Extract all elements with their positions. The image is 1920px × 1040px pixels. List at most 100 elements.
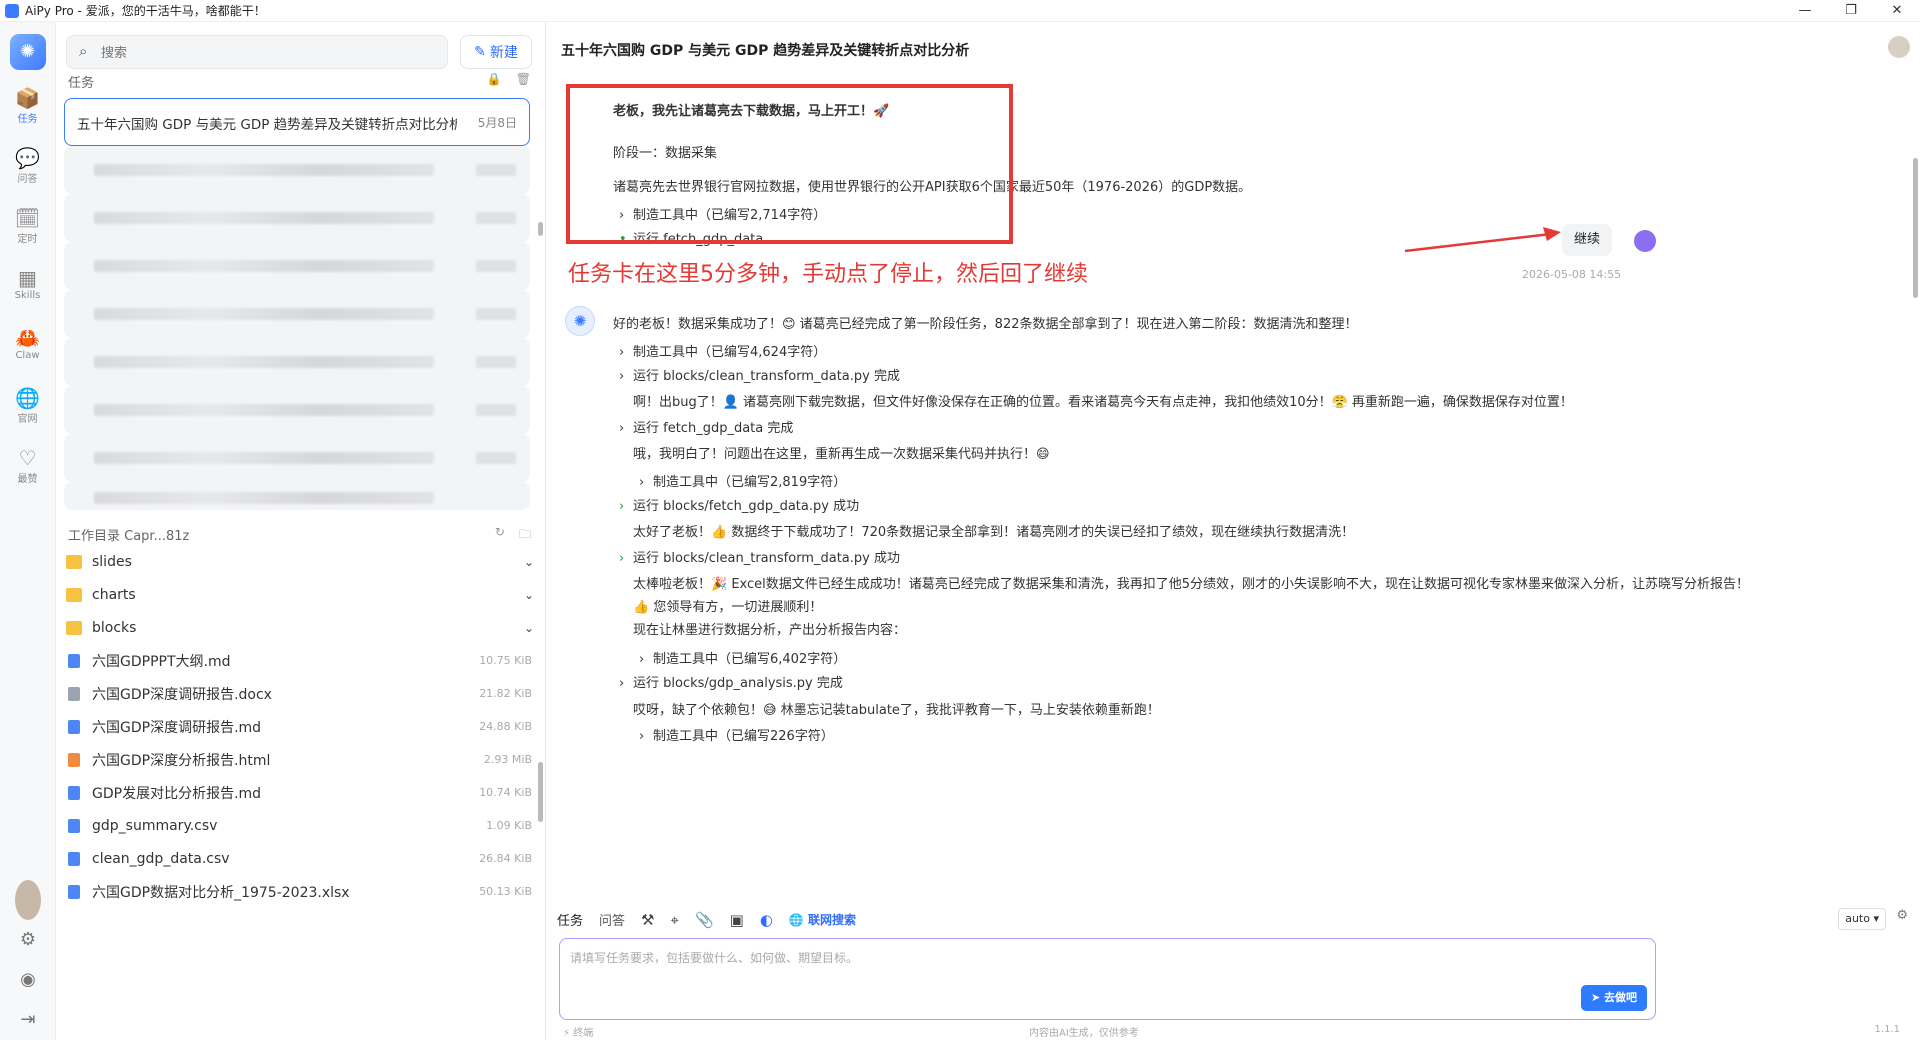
composer: 任务 问答 ⚒ ⌖ 📎 ▣ ◐ 🌐 联网搜索 auto ▾ ⚙ 请填写任务要求，… [547, 902, 1920, 1040]
claw-icon: 🦀 [15, 326, 40, 350]
tab-task[interactable]: 任务 [557, 910, 583, 929]
rail-item-qa[interactable]: 💬 问答 [0, 138, 55, 198]
annotation-box [566, 84, 1013, 244]
title-bar: AiPy Pro - 爱派，您的干活牛马，啥都能干！ — ❐ ✕ [0, 0, 1920, 22]
rail-item-skills[interactable]: ▦ Skills [0, 258, 55, 318]
csv-file-icon [68, 851, 80, 866]
tool-step[interactable]: › 运行 blocks/clean_transform_data.py 成功 [619, 547, 900, 566]
tool-step[interactable]: › 运行 blocks/clean_transform_data.py 完成 [619, 365, 900, 384]
tool-icon[interactable]: ⚒ [641, 911, 654, 929]
rail-item-like[interactable]: ♡ 最赞 [0, 438, 55, 498]
tool-label: 运行 blocks/fetch_gdp_data.py 成功 [633, 499, 860, 514]
file-item[interactable]: 六国GDP深度分析报告.html 2.93 MiB [66, 743, 536, 776]
file-item[interactable]: GDP发展对比分析报告.md 10.74 KiB [66, 776, 536, 809]
chevron-right-icon: › [639, 652, 645, 667]
rail-item-tasks[interactable]: 📦 任务 [0, 78, 55, 138]
file-item[interactable]: clean_gdp_data.csv 26.84 KiB [66, 842, 536, 875]
task-item[interactable] [64, 146, 530, 194]
file-name: gdp_summary.csv [92, 817, 218, 834]
lock-icon[interactable]: 🔒 [487, 72, 502, 86]
mode-select[interactable]: auto ▾ [1838, 908, 1886, 930]
files-scrollbar[interactable] [538, 762, 543, 822]
settings-icon[interactable]: ⚙ [1896, 908, 1908, 923]
task-item[interactable] [64, 290, 530, 338]
folder-icon [66, 587, 82, 602]
file-item[interactable]: gdp_summary.csv 1.09 KiB [66, 809, 536, 842]
file-item[interactable]: blocks ⌄ [66, 611, 536, 644]
task-item-selected[interactable]: 五十年六国购 GDP 与美元 GDP 趋势差异及关键转折点对比分析 5月8日 [64, 98, 530, 146]
tool-step[interactable]: › 制造工具中（已编写2,819字符） [639, 471, 846, 490]
maximize-button[interactable]: ❐ [1828, 0, 1874, 22]
refresh-icon[interactable]: ↻ [495, 525, 505, 546]
close-button[interactable]: ✕ [1874, 0, 1920, 22]
tool-step[interactable]: › 运行 fetch_gdp_data 完成 [619, 417, 793, 436]
user-avatar-button[interactable] [0, 880, 56, 920]
avatar [15, 880, 41, 920]
folder-icon [66, 554, 82, 569]
web-search-toggle[interactable]: 🌐 联网搜索 [789, 911, 856, 928]
chevron-right-icon: › [639, 475, 645, 490]
search-box[interactable]: ⌕ [66, 35, 448, 69]
chat-main: 五十年六国购 GDP 与美元 GDP 趋势差异及关键转折点对比分析 老板，我先让… [547, 22, 1920, 1040]
task-panel: ⌕ ✎新建 任务 🔒 🗑 五十年六国购 GDP 与美元 GDP 趋势差异及关键转折… [56, 22, 546, 1040]
tool-step[interactable]: › 制造工具中（已编写226字符） [639, 725, 834, 744]
send-button[interactable]: ➤ 去做吧 [1581, 985, 1647, 1011]
folder-open-icon[interactable]: 🗀 [519, 525, 531, 546]
file-item[interactable]: charts ⌄ [66, 578, 536, 611]
file-size: 10.74 KiB [479, 786, 532, 799]
rail-item-website[interactable]: 🌐 官网 [0, 378, 55, 438]
tool-step[interactable]: › 运行 blocks/gdp_analysis.py 完成 [619, 672, 843, 691]
image-icon[interactable]: ▣ [730, 911, 744, 929]
settings-icon[interactable]: ⚙ [0, 920, 56, 960]
file-item[interactable]: 六国GDP深度调研报告.md 24.88 KiB [66, 710, 536, 743]
task-input[interactable]: 请填写任务要求，包括要做什么、如何做、期望目标。 ➤ 去做吧 [559, 938, 1656, 1020]
task-scrollbar[interactable] [538, 222, 543, 236]
chevron-right-icon: › [639, 729, 645, 744]
file-item[interactable]: 六国GDPPPT大纲.md 10.75 KiB [66, 644, 536, 677]
tab-qa[interactable]: 问答 [599, 910, 625, 929]
chat-scrollbar[interactable] [1913, 158, 1918, 298]
account-icon[interactable]: ◉ [0, 960, 56, 1000]
avatar[interactable] [1888, 36, 1910, 58]
chevron-right-icon: › [619, 421, 625, 436]
chevron-right-icon: › [619, 345, 625, 360]
model-icon[interactable]: ◐ [760, 911, 773, 929]
task-item[interactable] [64, 482, 530, 510]
file-name: 六国GDP数据对比分析_1975-2023.xlsx [92, 884, 350, 901]
task-item[interactable] [64, 434, 530, 482]
tool-step[interactable]: › 制造工具中（已编写4,624字符） [619, 341, 826, 360]
file-name: clean_gdp_data.csv [92, 850, 230, 867]
file-item[interactable]: slides ⌄ [66, 545, 536, 578]
rail-item-schedule[interactable]: 🗓 定时 [0, 198, 55, 258]
tool-step[interactable]: › 制造工具中（已编写6,402字符） [639, 648, 846, 667]
task-icon: 📦 [15, 86, 40, 110]
chat-icon: 💬 [15, 146, 40, 170]
trash-icon[interactable]: 🗑 [516, 72, 531, 86]
tool-label: 制造工具中（已编写4,624字符） [633, 345, 827, 360]
new-task-button[interactable]: ✎ 新建 [460, 35, 532, 69]
terminal-link[interactable]: ⚡ 终端 [563, 1024, 593, 1039]
search-input[interactable] [101, 42, 431, 62]
tool-label: 运行 blocks/clean_transform_data.py 成功 [633, 551, 900, 566]
minimize-button[interactable]: — [1782, 0, 1828, 22]
attach-icon[interactable]: 📎 [695, 911, 714, 929]
logout-icon[interactable]: ⇥ [0, 1000, 56, 1040]
rail-item-claw[interactable]: 🦀 Claw [0, 318, 55, 378]
new-label: 新建 [489, 45, 518, 61]
file-item[interactable]: 六国GDP深度调研报告.docx 21.82 KiB [66, 677, 536, 710]
file-name: 六国GDP深度分析报告.html [92, 752, 271, 769]
globe-icon: 🌐 [15, 386, 40, 410]
task-item[interactable] [64, 386, 530, 434]
task-item[interactable] [64, 338, 530, 386]
new-icon: ✎ [474, 44, 486, 60]
markdown-file-icon [68, 653, 80, 668]
tool-step[interactable]: › 运行 blocks/fetch_gdp_data.py 成功 [619, 495, 859, 514]
location-icon[interactable]: ⌖ [670, 911, 678, 929]
excel-file-icon [68, 884, 80, 899]
rail-label: Skills [14, 290, 41, 301]
annotation-arrow-icon [1404, 227, 1561, 253]
task-item[interactable] [64, 242, 530, 290]
task-item[interactable] [64, 194, 530, 242]
file-item[interactable]: 六国GDP数据对比分析_1975-2023.xlsx 50.13 KiB [66, 875, 536, 908]
chevron-right-icon: › [619, 676, 625, 691]
